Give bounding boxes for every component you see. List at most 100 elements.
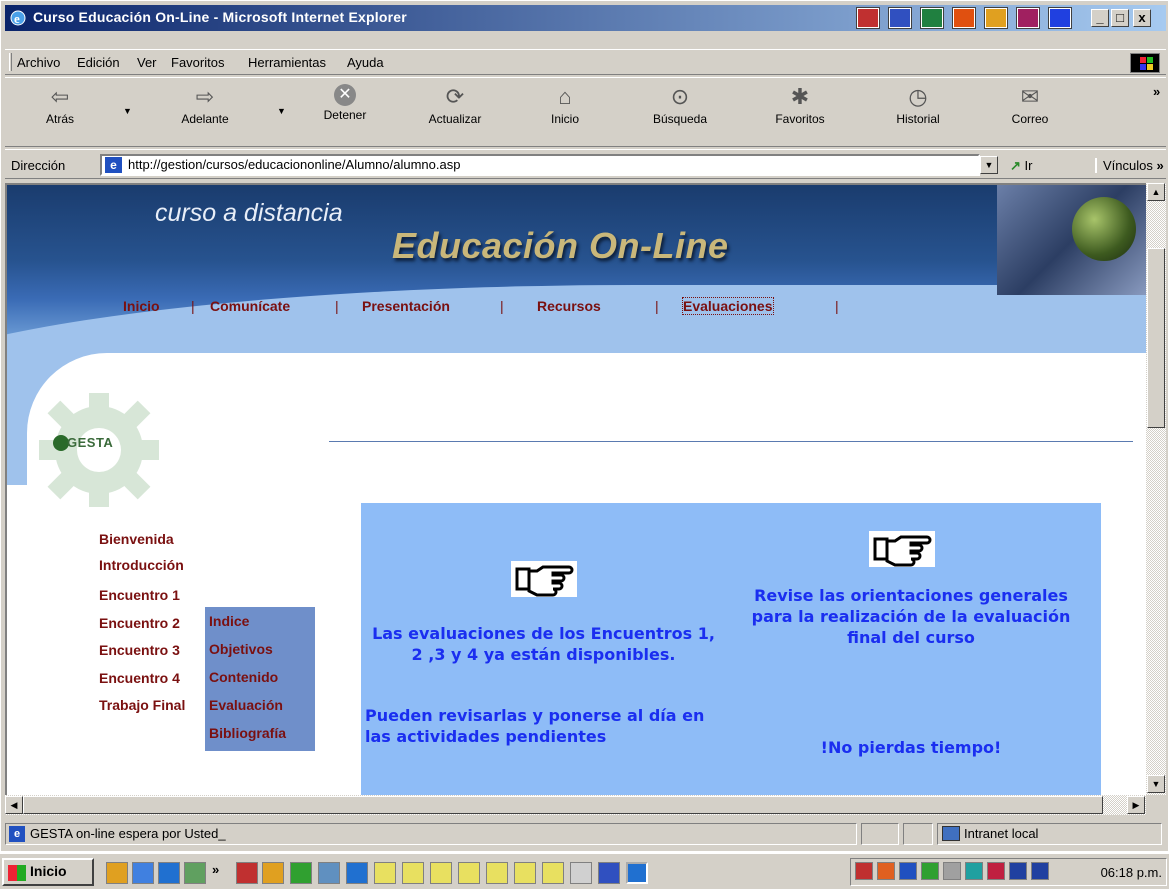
scroll-thumb[interactable] — [1147, 248, 1165, 428]
mail-tray-icon[interactable] — [1031, 862, 1049, 880]
favorites-button[interactable]: ✱ Favoritos — [765, 82, 835, 142]
links-button[interactable]: Vínculos » — [1095, 158, 1164, 173]
main-nav: Inicio | Comunícate | Presentación | Rec… — [7, 291, 1146, 321]
sidebar-item-encuentro-3[interactable]: Encuentro 3 — [99, 642, 180, 658]
mail-task-icon[interactable] — [570, 862, 592, 884]
title-bar[interactable]: e Curso Educación On-Line - Microsoft In… — [5, 5, 1166, 31]
scroll-up-icon[interactable]: ▲ — [1147, 183, 1165, 201]
sidebar-item-introduccion[interactable]: Introducción — [99, 557, 184, 573]
word-task-icon[interactable] — [598, 862, 620, 884]
address-label: Dirección — [11, 158, 66, 173]
office-app-icon[interactable] — [984, 7, 1008, 29]
quicklaunch-icon[interactable] — [184, 862, 206, 884]
search-button[interactable]: ⊙ Búsqueda — [645, 82, 715, 142]
task-icon[interactable] — [346, 862, 368, 884]
forward-dropdown-icon[interactable]: ▼ — [277, 106, 286, 116]
menu-grip — [9, 53, 12, 71]
forward-button[interactable]: ⇨ Adelante — [165, 82, 245, 142]
review-pending-text: Pueden revisarlas y ponerse al día en la… — [365, 706, 705, 746]
tray-icon[interactable] — [921, 862, 939, 880]
site-banner: curso a distancia Educación On-Line Inic… — [7, 185, 1146, 553]
minimize-button[interactable]: _ — [1091, 9, 1109, 27]
menu-edicion[interactable]: Edición — [77, 55, 120, 70]
access-app-icon[interactable] — [1016, 7, 1040, 29]
horizontal-scrollbar[interactable]: ◀ ▶ — [5, 795, 1146, 815]
menu-archivo[interactable]: Archivo — [17, 55, 60, 70]
back-arrow-icon: ⇦ — [50, 84, 70, 109]
scroll-down-icon[interactable]: ▼ — [1147, 775, 1165, 793]
menu-ayuda[interactable]: Ayuda — [347, 55, 384, 70]
task-icon[interactable] — [514, 862, 536, 884]
go-button[interactable]: ↗ Ir — [1010, 158, 1032, 174]
address-dropdown-icon[interactable]: ▼ — [980, 156, 998, 174]
task-icon[interactable] — [430, 862, 452, 884]
sidebar-item-encuentro-1[interactable]: Encuentro 1 — [99, 587, 180, 603]
address-input[interactable]: e http://gestion/cursos/educaciononline/… — [100, 154, 980, 176]
volume-icon[interactable] — [943, 862, 961, 880]
task-icon[interactable] — [290, 862, 312, 884]
menu-herramientas[interactable]: Herramientas — [248, 55, 326, 70]
nav-comunicate[interactable]: Comunícate — [210, 298, 290, 314]
sidebar-item-bienvenida[interactable]: Bienvenida — [99, 531, 174, 547]
sidebar-item-encuentro-2[interactable]: Encuentro 2 — [99, 615, 180, 631]
ie-task-icon[interactable] — [626, 862, 648, 884]
tray-icon[interactable] — [965, 862, 983, 880]
task-icon[interactable] — [542, 862, 564, 884]
scroll-right-icon[interactable]: ▶ — [1127, 796, 1145, 814]
nav-inicio[interactable]: Inicio — [123, 298, 160, 314]
quicklaunch-more-icon[interactable]: » — [212, 862, 219, 877]
task-icon[interactable] — [236, 862, 258, 884]
start-button[interactable]: Inicio — [2, 858, 94, 886]
task-icon[interactable] — [486, 862, 508, 884]
task-icon[interactable] — [318, 862, 340, 884]
task-icon[interactable] — [374, 862, 396, 884]
favorites-icon: ✱ — [790, 84, 810, 109]
back-dropdown-icon[interactable]: ▼ — [123, 106, 132, 116]
menu-ver[interactable]: Ver — [137, 55, 157, 70]
quicklaunch-icon[interactable] — [132, 862, 154, 884]
quicklaunch-icon[interactable] — [106, 862, 128, 884]
nav-recursos[interactable]: Recursos — [537, 298, 601, 314]
announcement-box: Las evaluaciones de los Encuentros 1, 2 … — [361, 503, 1101, 795]
intranet-icon — [942, 826, 960, 841]
standard-toolbar: ⇦ Atrás ▼ ⇨ Adelante ▼ ✕ Detener ⟳ Actua… — [5, 77, 1166, 147]
word-app-icon[interactable] — [888, 7, 912, 29]
task-icon[interactable] — [262, 862, 284, 884]
hscroll-thumb[interactable] — [23, 796, 1103, 814]
taskbar-app-icon[interactable] — [856, 7, 880, 29]
task-icon[interactable] — [458, 862, 480, 884]
submenu-item-objetivos[interactable]: Objetivos — [209, 641, 273, 657]
outlook-app-icon[interactable] — [1048, 7, 1072, 29]
submenu-item-bibliografia[interactable]: Bibliografía — [209, 725, 286, 741]
excel-app-icon[interactable] — [920, 7, 944, 29]
scroll-left-icon[interactable]: ◀ — [5, 796, 23, 814]
tray-icon[interactable] — [877, 862, 895, 880]
sidebar-item-encuentro-4[interactable]: Encuentro 4 — [99, 670, 180, 686]
menu-favoritos[interactable]: Favoritos — [171, 55, 224, 70]
tray-icon[interactable] — [987, 862, 1005, 880]
toolbar-more-icon[interactable]: » — [1153, 84, 1160, 99]
mail-button[interactable]: ✉ Correo — [1000, 82, 1060, 142]
submenu-item-evaluacion[interactable]: Evaluación — [209, 697, 283, 713]
tray-icon[interactable] — [855, 862, 873, 880]
stop-icon: ✕ — [334, 84, 356, 106]
clock[interactable]: 06:18 p.m. — [1101, 865, 1162, 880]
refresh-button[interactable]: ⟳ Actualizar — [415, 82, 495, 142]
network-tray-icon[interactable] — [899, 862, 917, 880]
task-icon[interactable] — [402, 862, 424, 884]
close-button[interactable]: x — [1133, 9, 1151, 27]
maximize-button[interactable]: □ — [1111, 9, 1129, 27]
stop-button[interactable]: ✕ Detener — [310, 82, 380, 142]
home-button[interactable]: ⌂ Inicio — [535, 82, 595, 142]
powerpoint-app-icon[interactable] — [952, 7, 976, 29]
nav-presentacion[interactable]: Presentación — [362, 298, 450, 314]
submenu-item-contenido[interactable]: Contenido — [209, 669, 278, 685]
vertical-scrollbar[interactable]: ▲ ▼ — [1146, 183, 1166, 795]
history-button[interactable]: ◷ Historial — [883, 82, 953, 142]
ie-quicklaunch-icon[interactable] — [158, 862, 180, 884]
sidebar-item-trabajo-final[interactable]: Trabajo Final — [99, 697, 185, 713]
submenu-item-indice[interactable]: Indice — [209, 613, 249, 629]
mail-tray-icon[interactable] — [1009, 862, 1027, 880]
nav-evaluaciones[interactable]: Evaluaciones — [682, 297, 774, 315]
back-button[interactable]: ⇦ Atrás — [25, 82, 95, 142]
